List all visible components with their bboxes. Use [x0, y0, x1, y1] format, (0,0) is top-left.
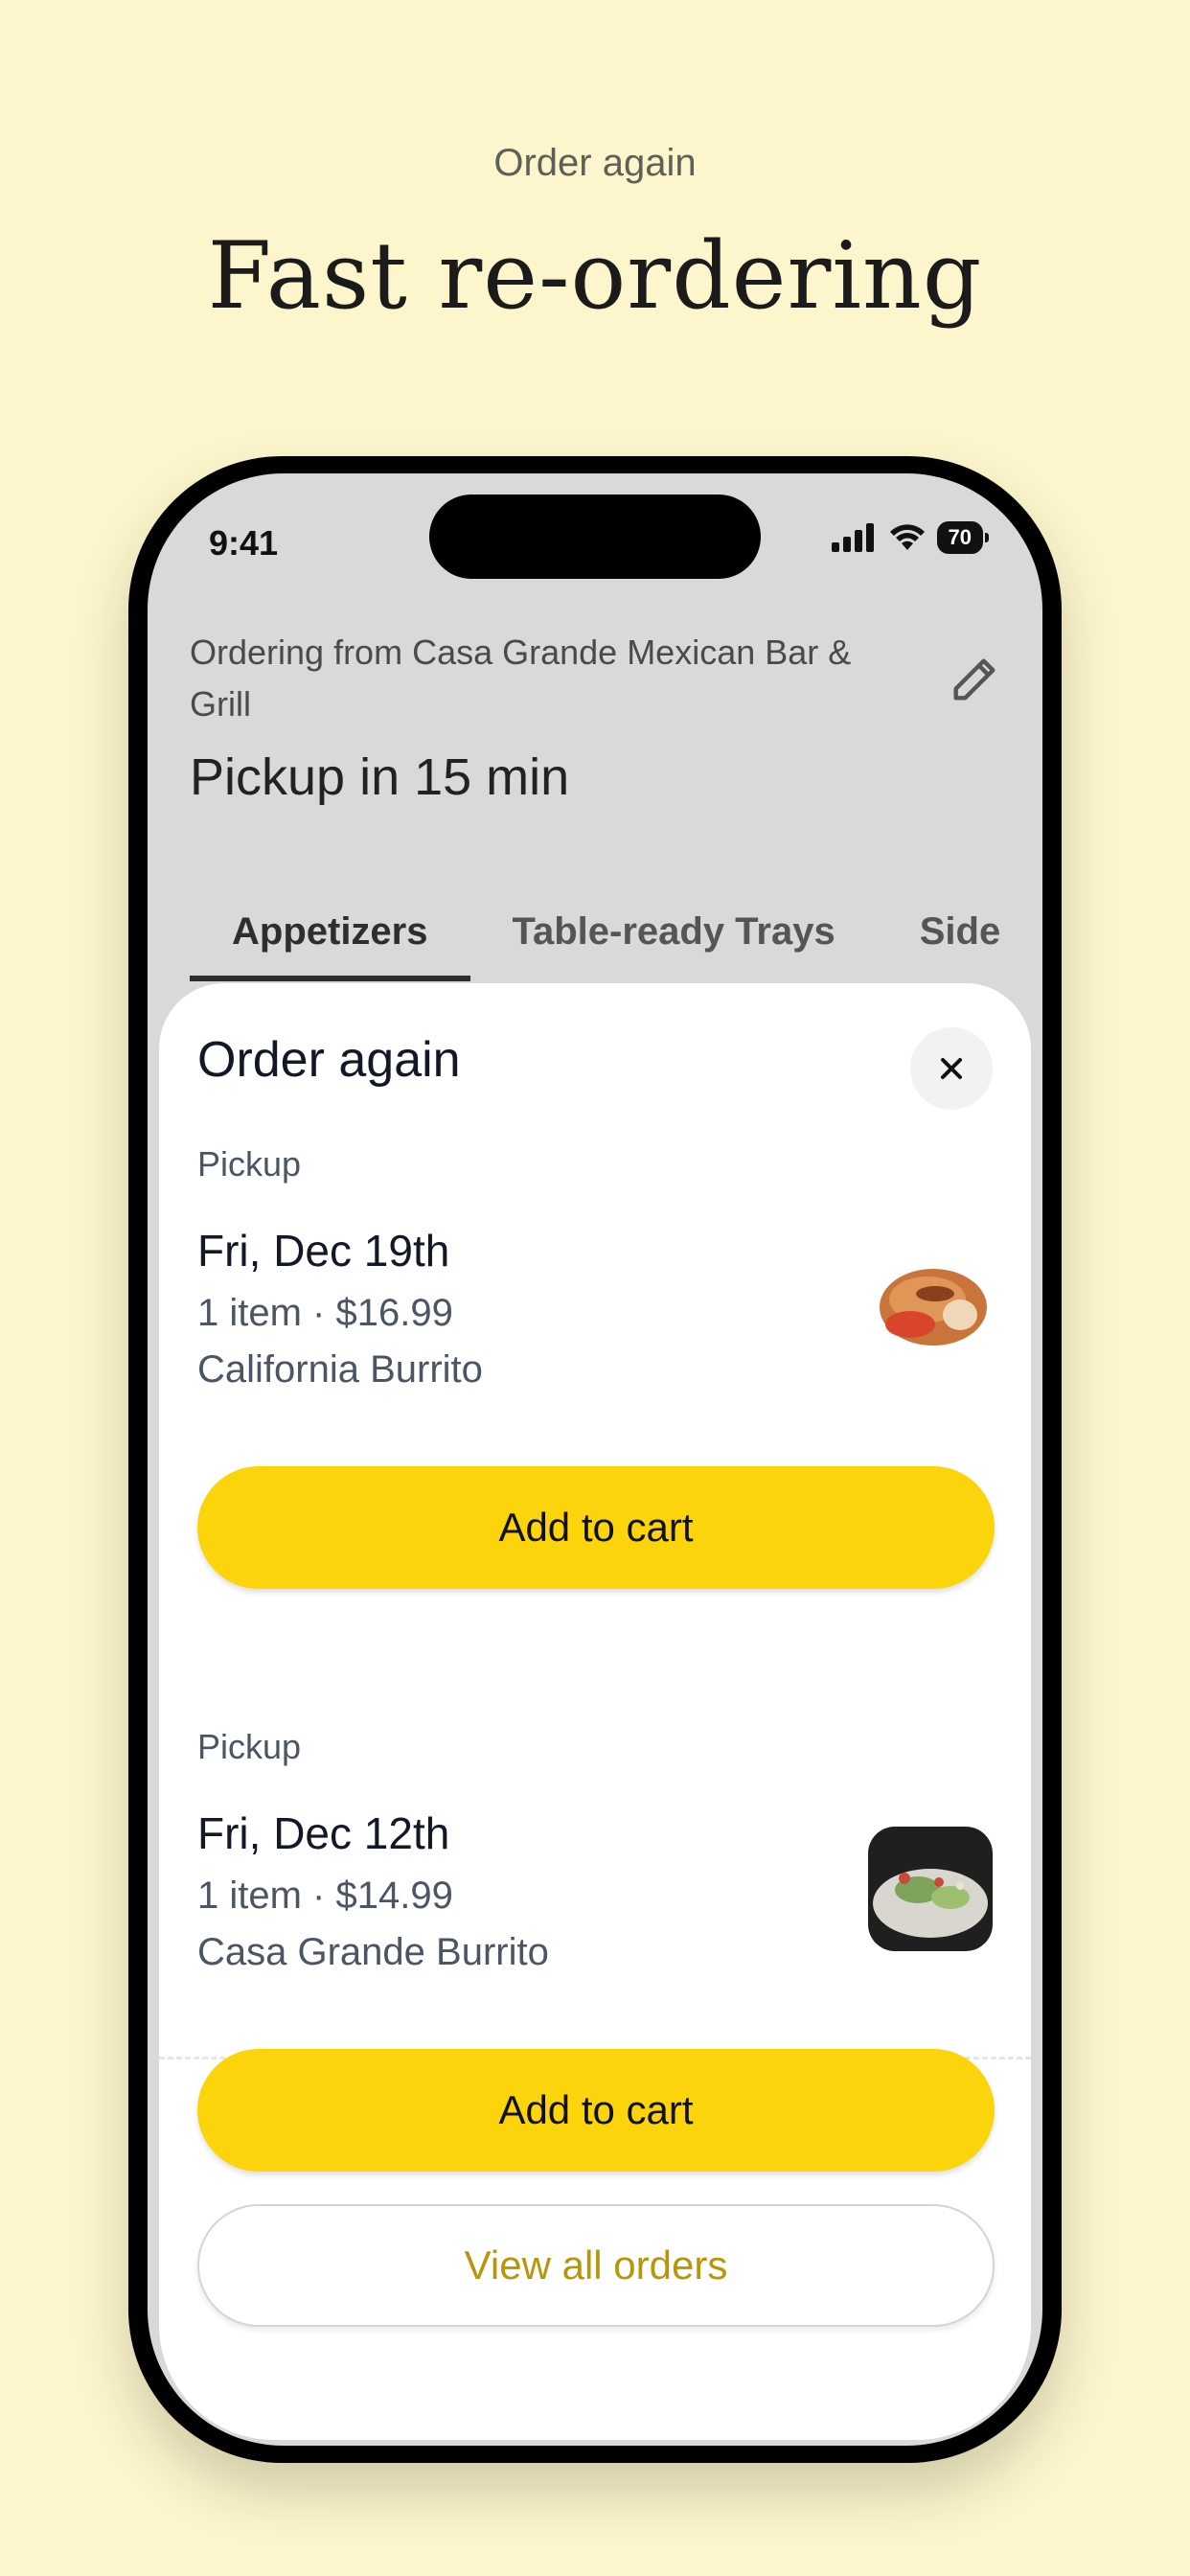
pickup-time: Pickup in 15 min: [190, 748, 570, 806]
eyebrow-label: Order again: [493, 142, 697, 184]
order-again-sheet: Order again Pickup Fri, Dec 19th 1 item …: [159, 983, 1031, 2440]
signal-icon: [831, 523, 874, 552]
tab-appetizers[interactable]: Appetizers: [190, 876, 470, 981]
sheet-title: Order again: [197, 1032, 461, 1088]
add-to-cart-button[interactable]: Add to cart: [197, 2049, 995, 2172]
close-icon: [941, 1058, 962, 1079]
order-type: Pickup: [197, 1144, 302, 1184]
wifi-icon: [889, 524, 925, 550]
order-card: Pickup Fri, Dec 19th 1 item · $16.99 Cal…: [197, 1144, 993, 1392]
pencil-icon[interactable]: [947, 652, 1002, 707]
food-thumbnail: [868, 1827, 993, 1951]
status-time: 9:41: [209, 523, 279, 563]
food-thumbnail: [868, 1244, 993, 1368]
close-button[interactable]: [910, 1027, 993, 1110]
status-icons: 70: [831, 521, 990, 554]
category-tabs: Appetizers Table-ready Trays Side: [190, 876, 1042, 981]
battery-icon: 70: [936, 521, 990, 554]
phone-screen: 9:41 70 Ordering from Casa Grande Mexica…: [148, 473, 1042, 2446]
ordering-from-text: Ordering from Casa Grande Mexican Bar & …: [190, 632, 852, 724]
headline: Fast re-ordering: [207, 222, 983, 330]
order-type: Pickup: [197, 1727, 302, 1766]
order-card: Pickup Fri, Dec 12th 1 item · $14.99 Cas…: [197, 1727, 993, 1974]
view-all-orders-button[interactable]: View all orders: [197, 2204, 995, 2327]
add-to-cart-button[interactable]: Add to cart: [197, 1466, 995, 1589]
tab-sides[interactable]: Side: [878, 876, 1042, 981]
tab-table-ready-trays[interactable]: Table-ready Trays: [470, 876, 878, 981]
dynamic-island: [429, 494, 761, 579]
